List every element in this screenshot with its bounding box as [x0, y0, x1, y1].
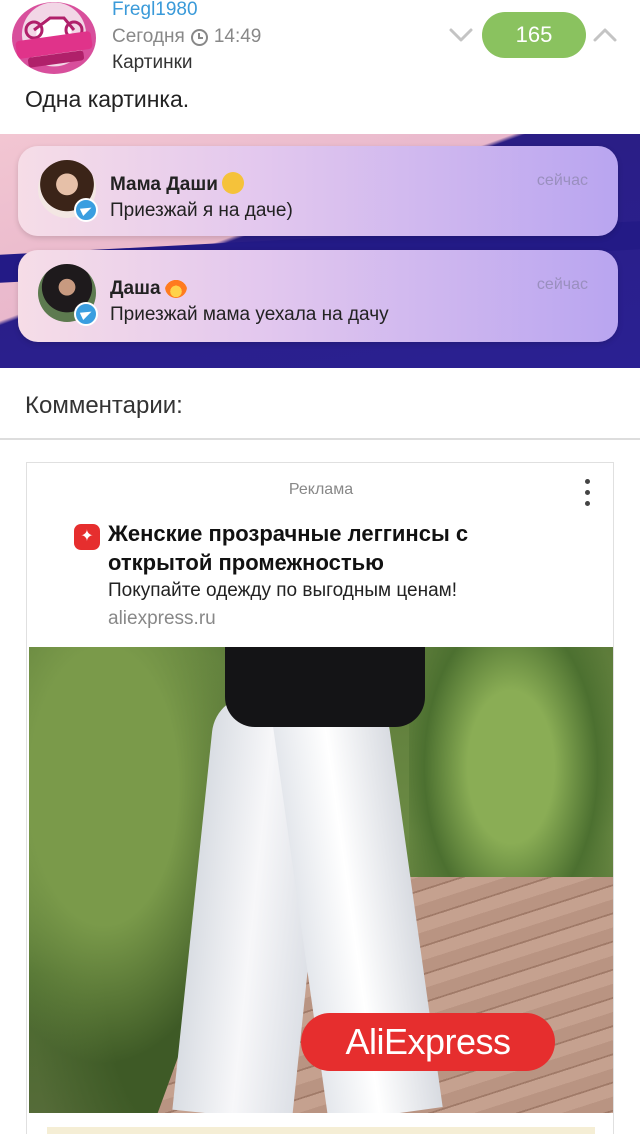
telegram-icon — [74, 198, 98, 222]
aliexpress-logo-icon — [74, 524, 100, 550]
ad-description: Покупайте одежду по выгодным ценам! — [108, 580, 457, 601]
ad-image[interactable]: AliExpress — [29, 647, 613, 1113]
fire-emoji-icon — [164, 276, 187, 298]
thinking-face-emoji-icon — [221, 172, 244, 194]
image-figure-shirt — [225, 647, 425, 727]
post-category[interactable]: Картинки — [112, 52, 193, 74]
comments-title: Комментарии: — [25, 392, 183, 419]
notification-message: Приезжай я на даче) — [110, 200, 293, 221]
post-date: Сегодня — [112, 26, 185, 47]
notification-sender: Даша — [110, 276, 187, 300]
notification-card: Даша Приезжай мама уехала на дачу сейчас — [18, 250, 618, 342]
post-time: 14:49 — [213, 26, 262, 47]
post-rating-badge: 165 — [482, 12, 586, 58]
telegram-icon — [74, 302, 98, 326]
notification-time: сейчас — [536, 172, 588, 189]
ad-card[interactable]: Реклама Женские прозрачные леггинсы с от… — [26, 462, 614, 1134]
notification-message: Приезжай мама уехала на дачу — [110, 304, 389, 325]
clock-icon — [190, 28, 208, 46]
author-avatar[interactable] — [12, 2, 96, 74]
post-image[interactable]: Мама Даши Приезжай я на даче) сейчас Даш… — [0, 134, 640, 368]
comments-section-header: Комментарии: — [0, 368, 640, 440]
post-text: Одна картинка. — [25, 86, 190, 112]
ad-label: Реклама — [288, 481, 354, 498]
vote-up-chevron-icon[interactable] — [592, 22, 618, 48]
post-header: Fregl1980 Сегодня 14:49 Картинки 165 — [0, 0, 640, 80]
more-options-icon[interactable] — [581, 479, 593, 511]
notification-time: сейчас — [536, 276, 588, 293]
notification-card: Мама Даши Приезжай я на даче) сейчас — [18, 146, 618, 236]
ad-bottom-strip — [47, 1127, 595, 1134]
sender-name: Мама Даши — [110, 174, 218, 195]
ad-title[interactable]: Женские прозрачные леггинсы с открытой п… — [108, 519, 528, 577]
aliexpress-brand-badge: AliExpress — [301, 1013, 555, 1071]
ad-domain[interactable]: aliexpress.ru — [108, 608, 216, 630]
author-username[interactable]: Fregl1980 — [112, 0, 198, 21]
notification-sender: Мама Даши — [110, 172, 244, 196]
vote-down-chevron-icon[interactable] — [448, 22, 474, 48]
post-timestamp: Сегодня 14:49 — [112, 26, 261, 48]
sender-name: Даша — [110, 278, 161, 299]
